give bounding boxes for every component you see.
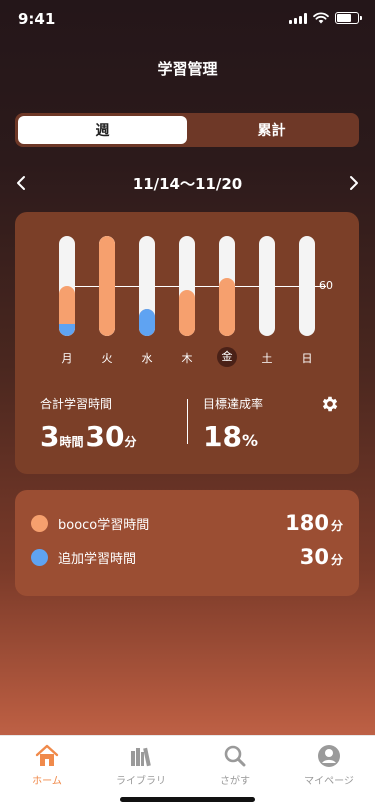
tab-home[interactable]: ホーム [0,742,94,790]
battery-icon [335,12,362,24]
next-week-button[interactable] [343,172,365,194]
goal-rate-value: 18 % [203,420,258,453]
chart-bar [99,236,115,336]
legend-value: 180 分 [285,511,343,535]
search-icon [221,742,249,770]
signal-icon [289,12,307,24]
home-indicator [120,797,255,802]
stats-divider [187,399,188,444]
period-segmented-control: 週 累計 [15,113,359,147]
legend-dot [31,514,48,532]
legend-row: booco学習時間 180 分 [31,510,343,536]
chart-bar-booco [99,236,115,336]
profile-icon [315,742,343,770]
week-navigation: 11/14〜11/20 [0,170,375,196]
chart-bar-additional [139,308,155,336]
goal-rate-label: 目標達成率 [203,397,264,411]
chart-day-label: 月 [61,352,73,365]
chart-bar [299,236,315,336]
chart-day-label: 金 [217,347,237,367]
tab-library[interactable]: ライブラリ [94,742,188,790]
chart-day-label: 火 [101,352,113,365]
status-bar: 9:41 [0,0,375,44]
chart-day-label: 木 [181,352,193,365]
legend-unit: 分 [330,519,343,533]
total-minutes: 30 [85,420,125,453]
chart-bar [219,236,235,336]
goal-label: 60 [319,279,333,292]
home-icon [33,742,61,770]
chart-day-label: 土 [261,352,273,365]
total-hours: 3 [40,420,60,453]
legend-label: 追加学習時間 [58,551,137,567]
legend-dot [31,548,48,566]
status-icons [289,12,362,24]
chart-day-label: 日 [301,352,313,365]
legend-unit: 分 [330,553,343,567]
wifi-icon [313,12,329,24]
tab-profile[interactable]: マイページ [282,742,375,790]
week-range: 11/14〜11/20 [132,175,243,193]
goal-settings-button[interactable] [320,394,340,414]
tab-label: さがす [220,776,250,787]
tab-total[interactable]: 累計 [187,116,356,144]
legend-label: booco学習時間 [58,517,150,533]
minutes-unit: 分 [124,435,137,449]
chart-bar [59,236,75,336]
legend-value: 30 分 [300,545,343,569]
weekly-study-chart: 60 月 火 水 木 金 土 日 [15,212,359,372]
legend-number: 180 [285,511,329,535]
chart-bar [179,236,195,336]
status-time: 9:41 [18,10,56,28]
weekly-summary-card: 60 月 火 水 木 金 土 日 合計学習時間 3 時間 30 分 目標達成率 18 % [15,212,359,474]
rate-number: 18 [203,420,242,453]
chart-bar-booco [179,290,195,336]
tab-label: ホーム [32,776,62,787]
study-time-breakdown: booco学習時間 180 分追加学習時間 30 分 [15,490,359,596]
chart-day-label: 水 [141,352,153,365]
tab-search[interactable]: さがす [188,742,282,790]
hours-unit: 時間 [59,435,84,449]
rate-unit: % [241,431,258,450]
chevron-right-icon [350,176,358,190]
gear-icon [322,396,338,412]
library-icon [127,742,155,770]
stats-row: 合計学習時間 3 時間 30 分 目標達成率 18 % [15,392,359,462]
tab-label: ライブラリ [116,776,166,787]
tab-week[interactable]: 週 [18,116,187,144]
total-time-label: 合計学習時間 [40,397,113,411]
chart-bar [139,236,155,336]
chart-bar [259,236,275,336]
tab-label: マイページ [304,776,354,787]
page-title: 学習管理 [157,60,218,78]
total-time-value: 3 時間 30 分 [40,420,138,453]
chart-bar-booco [219,277,235,336]
legend-number: 30 [299,545,329,569]
legend-row: 追加学習時間 30 分 [31,544,343,570]
